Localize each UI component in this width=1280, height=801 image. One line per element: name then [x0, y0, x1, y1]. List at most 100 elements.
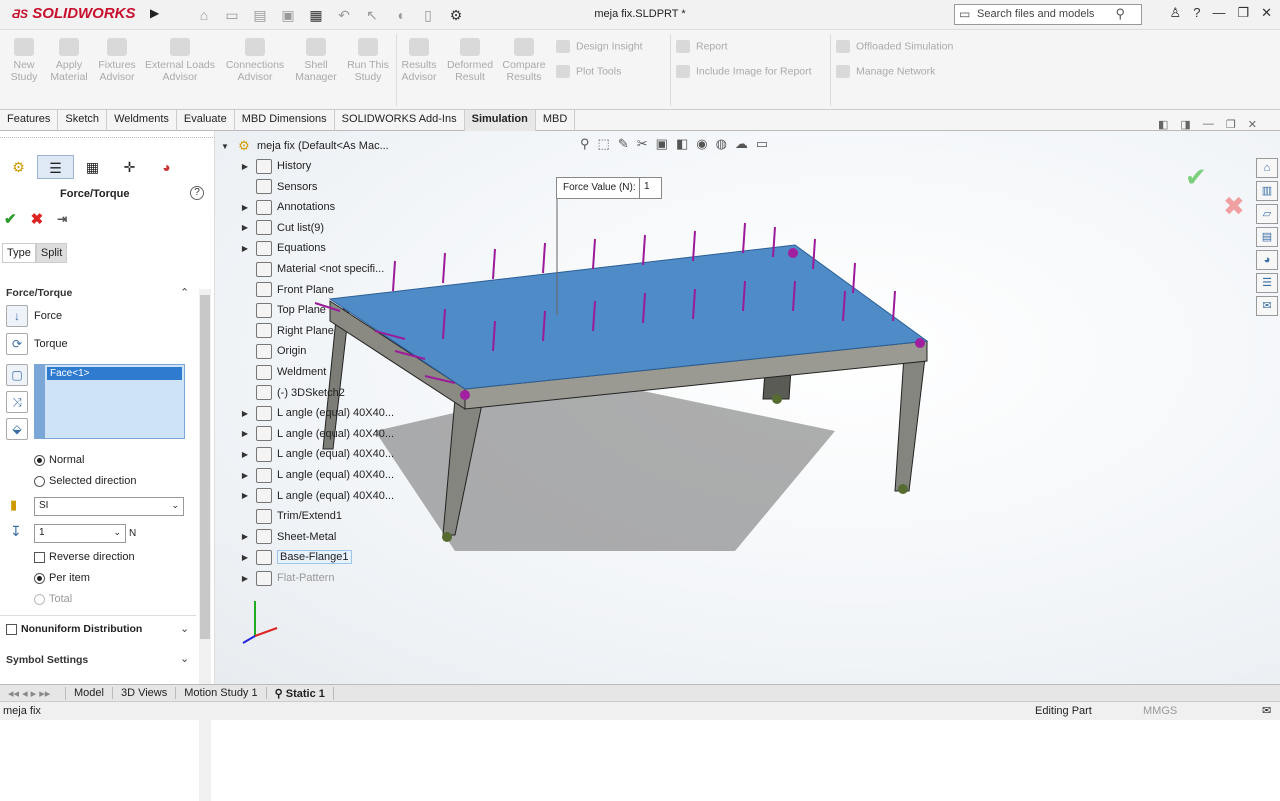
dimxpert-tab-icon[interactable]: ✛ — [111, 155, 148, 179]
display-manager-tab-icon[interactable]: ◕ — [148, 155, 185, 179]
previous-view-icon[interactable]: ✎ — [618, 136, 629, 152]
home-icon[interactable]: ⌂ — [195, 6, 213, 24]
checkbox[interactable] — [34, 551, 45, 563]
viewport-next-icon[interactable]: ◨ — [1180, 118, 1190, 131]
pm-scrollbar[interactable] — [199, 289, 211, 801]
fixtures-advisor-button[interactable]: Fixtures Advisor — [96, 38, 138, 83]
expand-icon[interactable]: ▶ — [238, 429, 252, 438]
search-scope-icon[interactable]: ▭ — [959, 7, 970, 21]
viewport-restore-icon[interactable]: ❐ — [1226, 118, 1236, 131]
tree-item[interactable]: ▶ Equations — [238, 239, 326, 257]
panel-grip[interactable] — [0, 137, 213, 143]
checkbox[interactable] — [6, 623, 17, 635]
apply-material-button[interactable]: Apply Material — [48, 38, 90, 83]
help-icon[interactable]: ? — [190, 186, 204, 200]
cancel-x-icon[interactable]: ✖ — [31, 210, 44, 228]
expand-icon[interactable]: ▶ — [238, 409, 252, 418]
tree-item[interactable]: ▶ L angle (equal) 40X40... — [238, 487, 394, 505]
tree-item[interactable]: Origin — [238, 342, 306, 360]
view-orientation-icon[interactable]: ▣ — [656, 136, 668, 152]
expand-icon[interactable]: ▶ — [238, 491, 252, 500]
status-units[interactable]: MMGS — [1143, 705, 1177, 717]
tree-item[interactable]: ▶ Annotations — [238, 198, 335, 216]
expand-chevron-icon[interactable]: ⌄ — [180, 622, 189, 635]
collapse-icon[interactable]: ▼ — [218, 142, 232, 151]
shell-manager-button[interactable]: Shell Manager — [294, 38, 338, 83]
radio-button[interactable] — [34, 454, 45, 466]
tab-static-study[interactable]: ⚲ Static 1 — [267, 686, 334, 700]
feature-manager-tab-icon[interactable]: ⚙ — [0, 155, 37, 179]
edge-select-icon[interactable]: ⤨ — [6, 391, 28, 413]
save-icon[interactable]: ▣ — [279, 6, 297, 24]
configuration-tab-icon[interactable]: ▦ — [74, 155, 111, 179]
expand-icon[interactable]: ▶ — [238, 471, 252, 480]
tab-3d-views[interactable]: 3D Views — [113, 687, 177, 699]
help-icon[interactable]: ? — [1193, 5, 1200, 21]
custom-properties-icon[interactable]: ☰ — [1256, 273, 1278, 293]
expand-icon[interactable]: ▶ — [238, 244, 252, 253]
hide-show-icon[interactable]: ◉ — [696, 136, 707, 152]
options-gear-icon[interactable]: ⚙ — [447, 6, 465, 24]
file-explorer-icon[interactable]: ▱ — [1256, 204, 1278, 224]
tab-type[interactable]: Type — [2, 243, 36, 263]
tree-item[interactable]: Trim/Extend1 — [238, 507, 342, 525]
solidworks-logo[interactable]: ƋS SOLIDWORKS — [12, 5, 136, 22]
collapse-chevron-icon[interactable]: ⌃ — [180, 286, 189, 299]
file-properties-icon[interactable]: ▯ — [419, 6, 437, 24]
tab-addins[interactable]: SOLIDWORKS Add-Ins — [335, 110, 465, 131]
view-settings-icon[interactable]: ▭ — [756, 136, 768, 152]
display-style-icon[interactable]: ◧ — [676, 136, 688, 152]
search-icon[interactable]: ⚲ — [1115, 6, 1125, 22]
selected-face[interactable]: Face<1> — [47, 367, 182, 380]
tab-mbd-dimensions[interactable]: MBD Dimensions — [235, 110, 335, 131]
manage-network-button[interactable]: Manage Network — [836, 65, 935, 78]
tree-item[interactable]: ▶ Cut list(9) — [238, 219, 324, 237]
force-option[interactable]: ↓ Force — [6, 305, 62, 327]
design-library-icon[interactable]: ▥ — [1256, 181, 1278, 201]
tree-item[interactable]: Right Plane — [238, 322, 334, 340]
per-item-radio[interactable]: Per item — [34, 572, 90, 584]
restore-icon[interactable]: ❐ — [1237, 5, 1249, 21]
expand-icon[interactable]: ▶ — [238, 162, 252, 171]
compare-results-button[interactable]: Compare Results — [500, 38, 548, 83]
tree-item[interactable]: ▶ L angle (equal) 40X40... — [238, 445, 394, 463]
run-study-button[interactable]: Run This Study — [344, 38, 392, 83]
view-palette-icon[interactable]: ▤ — [1256, 227, 1278, 247]
ok-check-icon[interactable]: ✔ — [4, 210, 17, 228]
design-insight-button[interactable]: Design Insight — [556, 40, 643, 53]
scrollbar-thumb[interactable] — [200, 295, 210, 639]
force-value-input[interactable]: 1 ⌄ — [34, 524, 126, 543]
tree-item[interactable]: ▶ Flat-Pattern — [238, 569, 334, 587]
minimize-icon[interactable]: — — [1212, 5, 1225, 21]
section-view-icon[interactable]: ✂ — [637, 136, 648, 152]
pin-icon[interactable]: ⇥ — [57, 210, 67, 228]
tree-item[interactable]: Front Plane — [238, 281, 334, 299]
expand-icon[interactable]: ▶ — [238, 574, 252, 583]
tab-simulation[interactable]: Simulation — [464, 110, 536, 131]
section-force-torque[interactable]: Force/Torque — [6, 287, 72, 299]
scene-icon[interactable]: ☁ — [735, 136, 748, 152]
tree-item[interactable]: ▶ History — [238, 157, 311, 175]
edit-appearance-icon[interactable]: ◍ — [716, 136, 727, 152]
results-advisor-button[interactable]: Results Advisor — [400, 38, 438, 83]
selection-list[interactable]: Face<1> — [44, 364, 185, 439]
reverse-direction-checkbox[interactable]: Reverse direction — [34, 551, 135, 563]
tree-item[interactable]: Sensors — [238, 178, 317, 196]
viewport-prev-icon[interactable]: ◧ — [1158, 118, 1168, 131]
expand-icon[interactable]: ▶ — [238, 223, 252, 232]
callout-value[interactable]: 1 — [639, 177, 663, 199]
plot-tools-button[interactable]: Plot Tools — [556, 65, 621, 78]
zoom-area-icon[interactable]: ⬚ — [598, 136, 610, 152]
viewport-close-icon[interactable]: ✕ — [1248, 118, 1257, 131]
tree-item[interactable]: Top Plane — [238, 301, 326, 319]
tree-item[interactable]: Material <not specifi... — [238, 260, 384, 278]
tab-mbd[interactable]: MBD — [536, 110, 576, 131]
connections-advisor-button[interactable]: Connections Advisor — [222, 38, 288, 83]
expand-icon[interactable]: ▶ — [238, 532, 252, 541]
tab-motion-study[interactable]: Motion Study 1 — [176, 687, 267, 699]
tab-sketch[interactable]: Sketch — [58, 110, 108, 131]
search-input[interactable]: ▭ Search files and models ⚲ — [954, 4, 1142, 25]
expand-icon[interactable]: ▶ — [238, 553, 252, 562]
undo-icon[interactable]: ↶ — [335, 6, 353, 24]
radio-button[interactable] — [34, 475, 45, 487]
